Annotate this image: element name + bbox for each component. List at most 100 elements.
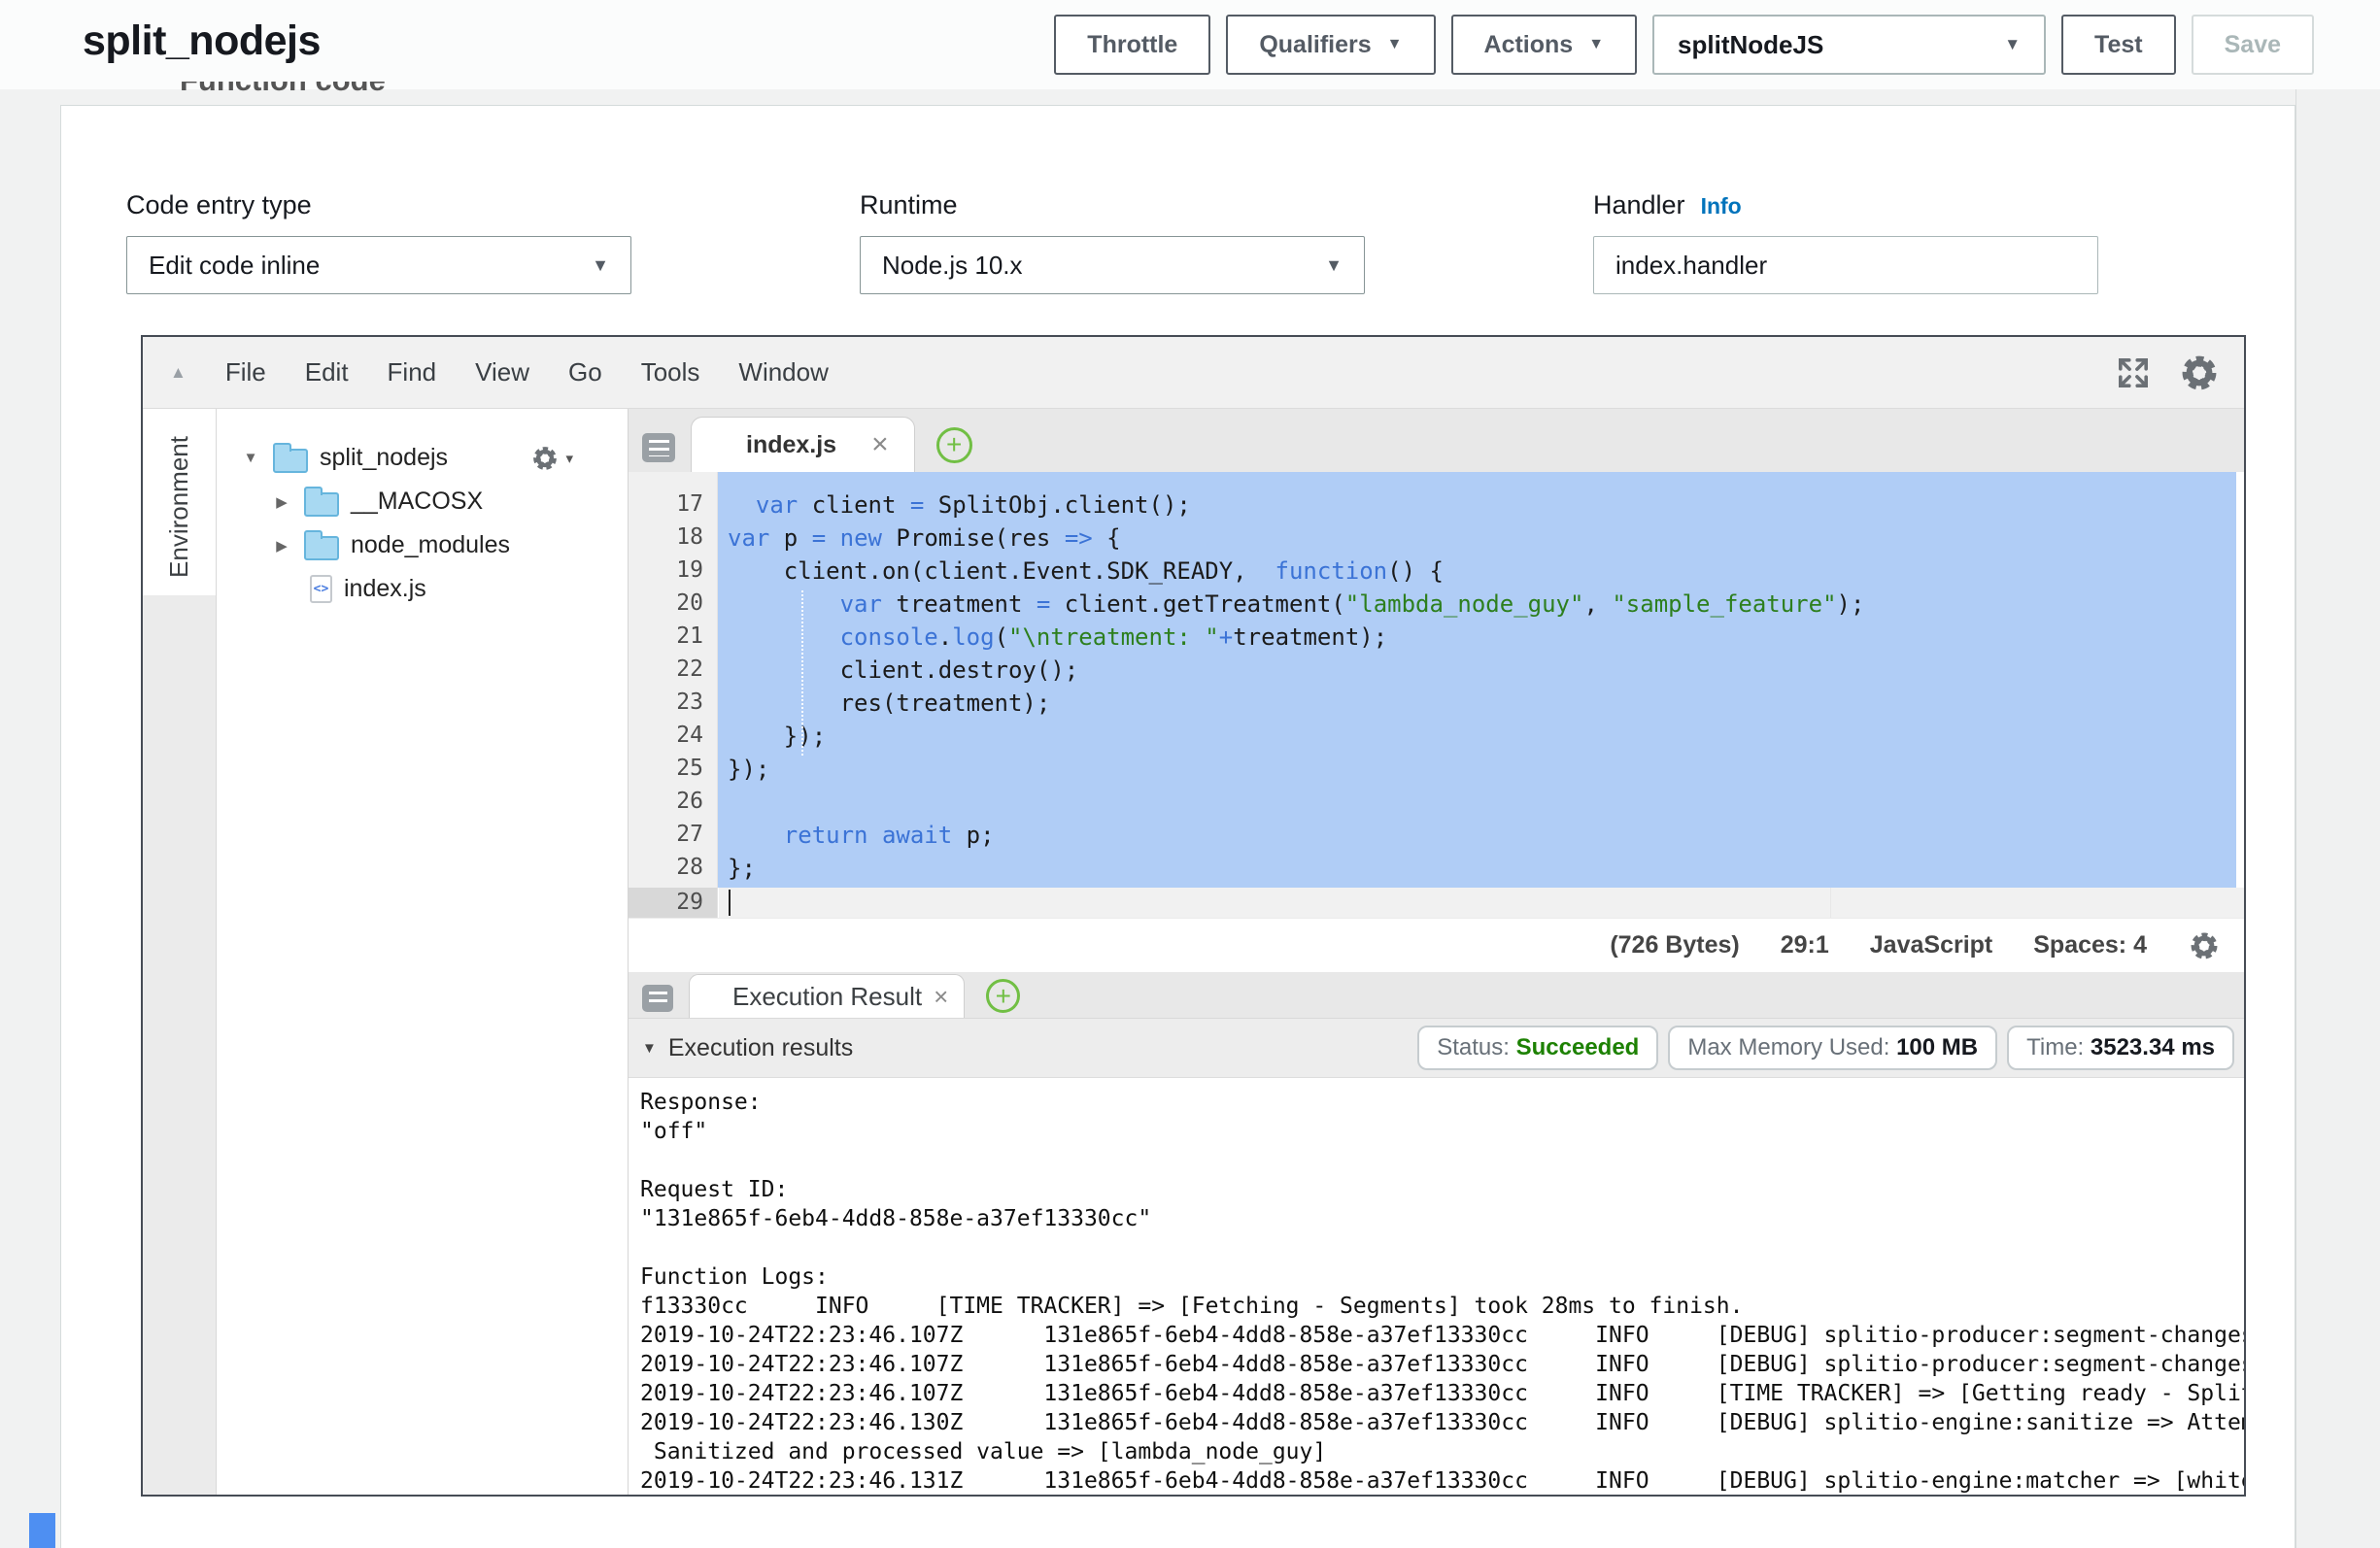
menu-go[interactable]: Go (568, 357, 602, 387)
runtime-label: Runtime (860, 190, 958, 220)
execution-results-header: ▼ Execution results Status: SucceededMax… (629, 1018, 2244, 1078)
new-tab-button[interactable]: + (936, 427, 972, 463)
menu-tools[interactable]: Tools (641, 357, 700, 387)
qualifiers-button[interactable]: Qualifiers ▼ (1226, 15, 1435, 75)
log-line: Response: (640, 1088, 2244, 1117)
syntax-mode[interactable]: JavaScript (1870, 931, 1992, 959)
chevron-expanded-icon[interactable]: ▼ (240, 450, 261, 466)
text-cursor (729, 890, 731, 916)
tree-item-split-nodejs[interactable]: ▼split_nodejs▾ (217, 436, 628, 480)
chevron-collapsed-icon[interactable]: ▶ (271, 493, 292, 511)
tree-item-index-js[interactable]: <>index.js (217, 567, 628, 611)
code-line-22: client.destroy(); (718, 656, 2244, 690)
line-number-gutter: 17181920212223242526272829 (629, 472, 718, 918)
badge-status-: Status: Succeeded (1417, 1026, 1658, 1070)
token-kw: function (1275, 557, 1388, 585)
token-kw: log (952, 623, 994, 651)
fullscreen-icon[interactable] (2116, 355, 2151, 390)
menu-file[interactable]: File (225, 357, 266, 387)
menu-items: File Edit Find View Go Tools Window (225, 357, 829, 387)
chevron-down-icon: ▼ (1387, 36, 1403, 53)
close-tab-icon[interactable]: × (934, 982, 948, 1012)
collapse-results-icon[interactable]: ▼ (642, 1040, 657, 1057)
runtime-select[interactable]: Node.js 10.x ▼ (860, 236, 1365, 294)
folder-icon (304, 492, 339, 517)
badge-label: Time: (2026, 1034, 2091, 1061)
save-button[interactable]: Save (2192, 15, 2314, 75)
code-line-29 (718, 888, 2244, 918)
cloud9-editor: ▲ FileEditFindViewGoToolsWindow Environm… (141, 335, 2246, 1497)
code-editor-area[interactable]: 17181920212223242526272829 var client = … (629, 472, 2244, 918)
token-plain: client.destroy(); (728, 656, 1078, 684)
code-line-28: }; (718, 855, 2244, 888)
handler-info-link[interactable]: Info (1701, 193, 1742, 219)
token-kw: await (882, 822, 952, 849)
code-lines: var client = SplitObj.client();var p = n… (718, 491, 2244, 918)
collapse-menu-icon[interactable]: ▲ (170, 363, 187, 383)
menu-find[interactable]: Find (388, 357, 437, 387)
menu-window[interactable]: Window (738, 357, 828, 387)
token-plain: SplitObj.client(); (924, 491, 1191, 519)
chevron-down-icon: ▼ (592, 255, 609, 276)
execution-log-pane[interactable]: Response:"off" Request ID:"131e865f-6eb4… (629, 1078, 2244, 1495)
actions-button[interactable]: Actions ▼ (1451, 15, 1638, 75)
token-plain: }; (728, 855, 756, 882)
clipped-section-heading: Function code (180, 82, 607, 99)
file-tree: ▼split_nodejs▾▶__MACOSX▶node_modules<>in… (217, 409, 629, 1495)
token-kw: var (756, 491, 798, 519)
tree-item-node-modules[interactable]: ▶ node_modules (217, 523, 628, 567)
code-entry-type-label: Code entry type (126, 190, 312, 220)
line-number: 19 (629, 557, 717, 590)
cursor-position[interactable]: 29:1 (1781, 931, 1829, 959)
close-tab-icon[interactable]: × (871, 428, 889, 461)
file-size: (726 Bytes) (1610, 931, 1739, 959)
line-number: 29 (629, 888, 717, 918)
test-event-select[interactable]: splitNodeJS ▼ (1652, 15, 2046, 75)
tab-index-js[interactable]: index.js × (691, 417, 915, 472)
new-tab-button[interactable]: + (986, 979, 1020, 1013)
throttle-button[interactable]: Throttle (1054, 15, 1210, 75)
log-line: 2019-10-24T22:23:46.107Z 131e865f-6eb4-4… (640, 1350, 2244, 1379)
tab-list-icon[interactable] (642, 985, 673, 1012)
handler-input[interactable] (1593, 236, 2098, 294)
token-plain: { (1093, 524, 1121, 552)
token-plain (728, 491, 756, 519)
tab-list-icon[interactable] (642, 433, 675, 462)
token-kw: new (840, 524, 882, 552)
token-plain: res(treatment); (728, 690, 1050, 717)
badge-value: 3523.34 ms (2091, 1034, 2215, 1061)
token-plain: , (1583, 590, 1612, 618)
log-line: 2019-10-24T22:23:46.130Z 131e865f-6eb4-4… (640, 1408, 2244, 1437)
tree-settings-gear-icon[interactable]: ▾ (530, 444, 573, 473)
token-plain: treatment); (1233, 623, 1387, 651)
statusbar-gear-icon[interactable] (2188, 929, 2221, 962)
log-line: 2019-10-24T22:23:46.107Z 131e865f-6eb4-4… (640, 1379, 2244, 1408)
test-button[interactable]: Test (2061, 15, 2176, 75)
log-line: "off" (640, 1117, 2244, 1146)
token-plain: client.on(client.Event.SDK_READY, (728, 557, 1275, 585)
menu-view[interactable]: View (475, 357, 529, 387)
token-plain: . (938, 623, 952, 651)
tree-item--macosx[interactable]: ▶__MACOSX (217, 480, 628, 523)
menubar-right (2116, 352, 2244, 394)
badge-label: Status: (1437, 1034, 1515, 1061)
editor-settings-gear-icon[interactable] (2178, 352, 2221, 394)
tab-execution-result[interactable]: Execution Result × (689, 974, 965, 1018)
chevron-collapsed-icon[interactable]: ▶ (271, 537, 292, 555)
code-line-17: var client = SplitObj.client(); (718, 491, 2244, 524)
badge-label: Max Memory Used: (1687, 1034, 1896, 1061)
code-entry-type-select[interactable]: Edit code inline ▼ (126, 236, 631, 294)
token-plain: client (798, 491, 910, 519)
token-kw: = (910, 491, 924, 519)
tree-item-label: node_modules (351, 531, 510, 559)
indentation-setting[interactable]: Spaces: 4 (2033, 931, 2147, 959)
chevron-down-icon: ▼ (1588, 36, 1604, 53)
header-actions: Throttle Qualifiers ▼ Actions ▼ splitNod… (1054, 15, 2314, 75)
token-plain: Promise(res (882, 524, 1065, 552)
token-kw: => (1065, 524, 1093, 552)
folder-icon (304, 536, 339, 560)
indent-guide (801, 590, 803, 756)
token-plain: }); (728, 756, 769, 783)
token-kw: = (812, 524, 826, 552)
menu-edit[interactable]: Edit (305, 357, 349, 387)
